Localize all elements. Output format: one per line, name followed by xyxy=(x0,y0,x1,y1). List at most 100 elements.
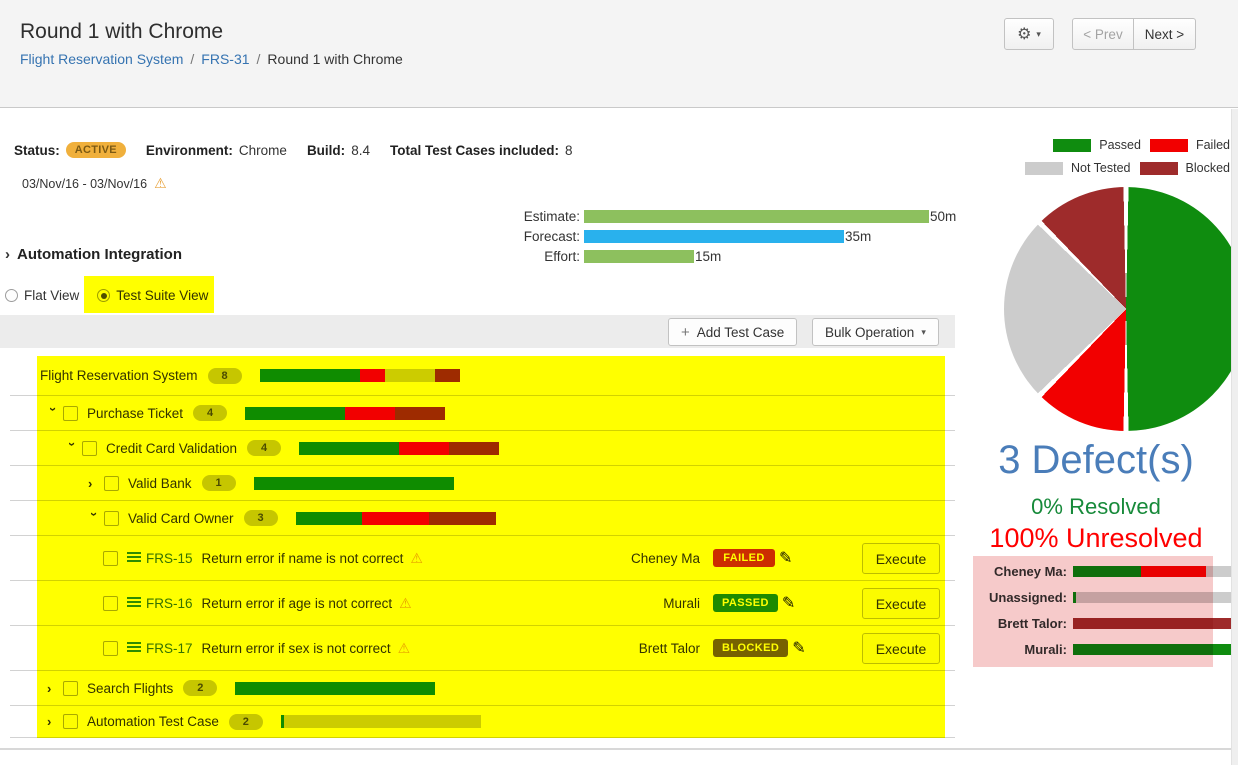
warning-icon: ⚠ xyxy=(154,175,167,192)
effort-summary: Estimate: 50m Forecast: 35m Effort: 15m xyxy=(500,206,956,266)
pie-legend: Passed Failed Not Tested Blocked xyxy=(970,138,1230,184)
estimate-value: 50m xyxy=(930,209,956,224)
test-case-summary: Return error if sex is not correct xyxy=(202,641,391,656)
row-checkbox[interactable] xyxy=(104,511,119,526)
test-suite-view-option[interactable]: Test Suite View xyxy=(97,288,208,303)
suite-status-bar xyxy=(245,407,445,420)
build-value: 8.4 xyxy=(351,143,370,158)
caret-down-icon: ▾ xyxy=(1036,29,1041,40)
radio-selected-icon[interactable] xyxy=(97,289,110,302)
edit-status-pencil-icon[interactable]: ✎ xyxy=(779,548,792,568)
execute-button[interactable]: Execute xyxy=(862,633,940,664)
suite-label: Valid Card Owner xyxy=(128,511,234,526)
execution-status-badge[interactable]: BLOCKED xyxy=(713,639,788,657)
assignee-progress-panel: Cheney Ma: Unassigned: Brett Talor: Mura… xyxy=(975,558,1238,662)
assignee-row: Brett Talor: xyxy=(975,610,1238,636)
assignee-status-bar xyxy=(1073,644,1238,655)
estimate-label: Estimate: xyxy=(500,209,580,224)
suite-status-bar xyxy=(299,442,499,455)
automation-section-title: Automation Integration xyxy=(17,246,182,263)
status-label: Status: xyxy=(14,143,60,158)
assignee-label: Brett Talor: xyxy=(975,616,1067,631)
add-test-case-button[interactable]: + Add Test Case xyxy=(668,318,797,346)
status-badge: ACTIVE xyxy=(66,142,126,158)
chevron-down-icon[interactable]: › xyxy=(65,442,80,455)
chevron-right-icon[interactable]: › xyxy=(88,476,104,491)
assignee-status-bar xyxy=(1073,618,1238,629)
flat-view-option[interactable]: Flat View xyxy=(5,288,79,303)
cycle-summary: Status: ACTIVE Environment: Chrome Build… xyxy=(14,142,573,158)
suite-label: Automation Test Case xyxy=(87,714,219,729)
chevron-right-icon[interactable]: › xyxy=(47,681,63,696)
chevron-right-icon[interactable]: › xyxy=(47,714,63,729)
forecast-label: Forecast: xyxy=(500,229,580,244)
edit-status-pencil-icon[interactable]: ✎ xyxy=(792,638,805,658)
row-checkbox[interactable] xyxy=(63,406,78,421)
count-badge: 4 xyxy=(193,405,227,421)
page-bottom-divider xyxy=(0,748,1238,750)
test-case-key-link[interactable]: FRS-16 xyxy=(146,596,193,611)
row-checkbox[interactable] xyxy=(82,441,97,456)
tree-row-suite: › Valid Card Owner 3 xyxy=(10,501,955,536)
chevron-down-icon[interactable]: › xyxy=(46,407,61,420)
execute-button[interactable]: Execute xyxy=(862,543,940,574)
radio-unselected-icon[interactable] xyxy=(5,289,18,302)
date-range: 03/Nov/16 - 03/Nov/16 ⚠ xyxy=(22,175,167,192)
test-suite-view-label: Test Suite View xyxy=(116,288,208,303)
assignee-name: Brett Talor xyxy=(550,641,700,656)
forecast-row: Forecast: 35m xyxy=(500,226,956,246)
gear-icon: ⚙ xyxy=(1017,24,1031,44)
effort-label: Effort: xyxy=(500,249,580,264)
execution-status-badge[interactable]: FAILED xyxy=(713,549,775,567)
row-checkbox[interactable] xyxy=(103,551,118,566)
view-toggle: Flat View Test Suite View xyxy=(5,288,208,303)
test-case-key-link[interactable]: FRS-17 xyxy=(146,641,193,656)
row-checkbox[interactable] xyxy=(63,714,78,729)
row-checkbox[interactable] xyxy=(104,476,119,491)
execution-status-badge[interactable]: PASSED xyxy=(713,594,778,612)
count-badge: 8 xyxy=(208,368,242,384)
legend-label: Not Tested xyxy=(1071,161,1131,175)
tree-row-test-case: FRS-15 Return error if name is not corre… xyxy=(10,536,955,581)
total-cases-label: Total Test Cases included: xyxy=(390,143,559,158)
legend-item-not-tested: Not Tested xyxy=(1025,161,1131,175)
breadcrumb-project-link[interactable]: Flight Reservation System xyxy=(20,51,183,67)
effort-value: 15m xyxy=(695,249,721,264)
automation-section-header[interactable]: › Automation Integration xyxy=(5,246,182,263)
row-checkbox[interactable] xyxy=(63,681,78,696)
bulk-operation-button[interactable]: Bulk Operation ▾ xyxy=(812,318,939,346)
legend-label: Failed xyxy=(1196,138,1230,152)
next-button[interactable]: Next > xyxy=(1134,18,1196,50)
assignee-status-bar xyxy=(1073,566,1238,577)
breadcrumb-current: Round 1 with Chrome xyxy=(267,51,402,67)
breadcrumb-issue-link[interactable]: FRS-31 xyxy=(201,51,249,67)
test-case-icon xyxy=(127,642,141,654)
row-checkbox[interactable] xyxy=(103,641,118,656)
legend-item-blocked: Blocked xyxy=(1140,161,1230,175)
test-cycle-page: Round 1 with Chrome Flight Reservation S… xyxy=(0,0,1238,765)
forecast-value: 35m xyxy=(845,229,871,244)
execute-button[interactable]: Execute xyxy=(862,588,940,619)
test-case-key-link[interactable]: FRS-15 xyxy=(146,551,193,566)
warning-icon: ⚠ xyxy=(410,550,423,567)
tree-row-root-suite: Flight Reservation System 8 xyxy=(10,356,955,396)
legend-label: Blocked xyxy=(1186,161,1230,175)
legend-label: Passed xyxy=(1099,138,1141,152)
legend-item-passed: Passed xyxy=(1053,138,1141,152)
settings-dropdown-button[interactable]: ⚙ ▾ xyxy=(1004,18,1054,50)
assignee-row: Cheney Ma: xyxy=(975,558,1238,584)
prev-button[interactable]: < Prev xyxy=(1072,18,1134,50)
chevron-down-icon[interactable]: › xyxy=(87,512,102,525)
row-checkbox[interactable] xyxy=(103,596,118,611)
tree-row-suite: › Automation Test Case 2 xyxy=(10,706,955,738)
date-range-value: 03/Nov/16 - 03/Nov/16 xyxy=(22,177,147,191)
suite-label: Purchase Ticket xyxy=(87,406,183,421)
tree-row-suite: › Purchase Ticket 4 xyxy=(10,396,955,431)
suite-status-bar xyxy=(260,369,460,382)
scrollbar[interactable] xyxy=(1231,109,1238,765)
effort-row: Effort: 15m xyxy=(500,246,956,266)
edit-status-pencil-icon[interactable]: ✎ xyxy=(782,593,795,613)
count-badge: 3 xyxy=(244,510,278,526)
tree-row-suite: › Search Flights 2 xyxy=(10,671,955,706)
failed-swatch xyxy=(1150,139,1188,152)
